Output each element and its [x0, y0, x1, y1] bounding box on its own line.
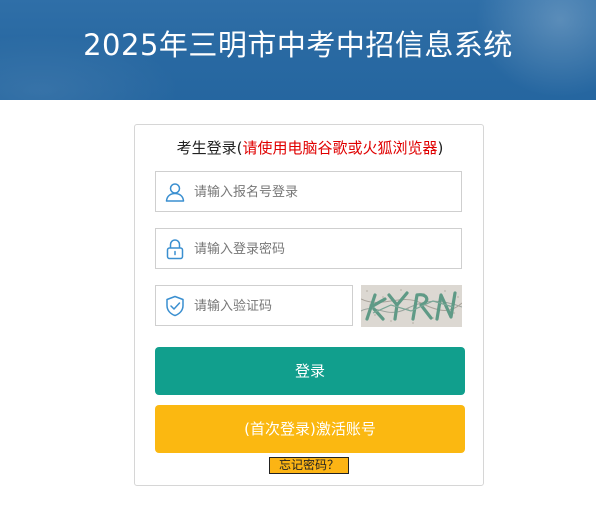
- captcha-graphic: [361, 285, 462, 327]
- password-input[interactable]: [194, 238, 414, 260]
- login-title: 考生登录(请使用电脑谷歌或火狐浏览器): [135, 137, 485, 158]
- username-input[interactable]: [194, 181, 414, 203]
- lock-icon: [166, 239, 184, 260]
- login-card: 考生登录(请使用电脑谷歌或火狐浏览器) 请输入报名号登录 请输入验证码 登录 (…: [134, 124, 484, 486]
- captcha-field[interactable]: [155, 285, 353, 326]
- user-icon: [165, 183, 185, 202]
- system-title: 2025年三明市中考中招信息系统: [83, 28, 513, 62]
- browser-warning: 请使用电脑谷歌或火狐浏览器: [242, 139, 438, 157]
- captcha-input[interactable]: [194, 295, 344, 317]
- login-title-suffix: ): [437, 139, 444, 157]
- shield-icon: [166, 295, 184, 317]
- password-field[interactable]: [155, 228, 462, 269]
- captcha-image[interactable]: [361, 285, 462, 327]
- username-field[interactable]: [155, 171, 462, 212]
- login-title-prefix: 考生登录(: [176, 139, 243, 157]
- login-button[interactable]: 登录: [155, 347, 465, 395]
- activate-account-button[interactable]: (首次登录)激活账号: [155, 405, 465, 453]
- page-header: 2025年三明市中考中招信息系统: [0, 0, 596, 100]
- forgot-password-link[interactable]: 忘记密码？: [269, 457, 349, 474]
